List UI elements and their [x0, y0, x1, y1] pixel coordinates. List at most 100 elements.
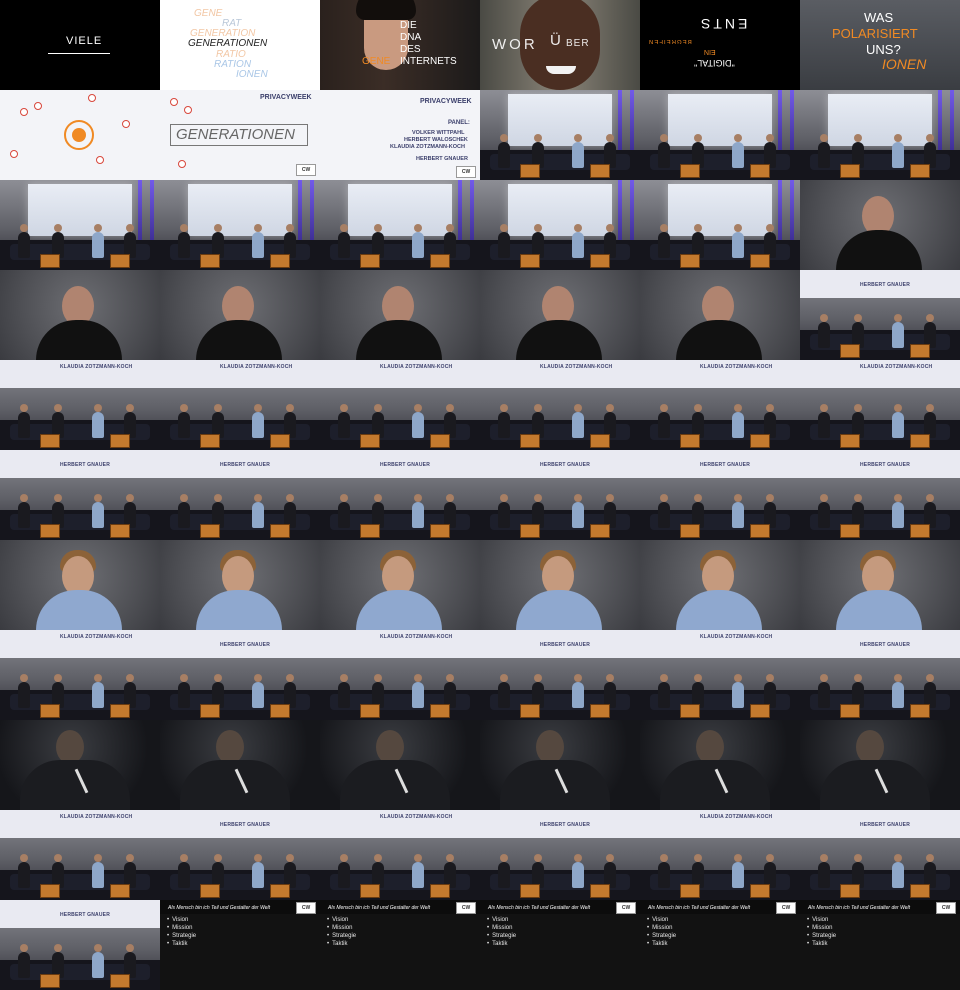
frame-stage-47[interactable]: KLAUDIA ZOTZMANN-KOCH: [320, 810, 480, 900]
frame-stage-1[interactable]: [640, 90, 800, 180]
frame-closeup-13[interactable]: [640, 270, 800, 360]
frame-stage-5[interactable]: [320, 180, 480, 270]
frame-stage-6[interactable]: [480, 180, 640, 270]
frame-closeup-29[interactable]: [320, 540, 480, 630]
frame-stage-19[interactable]: KLAUDIA ZOTZMANN-KOCH: [640, 360, 800, 450]
frame-stage-18[interactable]: KLAUDIA ZOTZMANN-KOCH: [480, 360, 640, 450]
side-table: [680, 254, 700, 268]
side-table: [910, 704, 930, 718]
frame-closeup-12[interactable]: [480, 270, 640, 360]
frame-closeup-27[interactable]: [0, 540, 160, 630]
frame-stage-3[interactable]: [0, 180, 160, 270]
frame-final-slide-2[interactable]: Als Mensch bin ich Teil und Gestalter de…: [480, 900, 640, 990]
frame-dna-internet[interactable]: DIE DNA DES GENE INTERNETS: [320, 0, 480, 90]
panelist: [732, 674, 744, 708]
panelist: [252, 494, 264, 528]
frame-stage-38[interactable]: HERBERT GNAUER: [800, 630, 960, 720]
frame-closeup-44[interactable]: [800, 720, 960, 810]
frame-stage-22[interactable]: HERBERT GNAUER: [160, 450, 320, 540]
frame-final-slide-1[interactable]: Als Mensch bin ich Teil und Gestalter de…: [320, 900, 480, 990]
panelist: [178, 494, 190, 528]
bullet-list: VisionMissionStrategieTaktik: [486, 916, 516, 948]
mirrored-ein: EIN: [704, 48, 716, 55]
side-table: [750, 704, 770, 718]
frame-closeup-42[interactable]: [480, 720, 640, 810]
frame-final-slide-4[interactable]: Als Mensch bin ich Teil und Gestalter de…: [800, 900, 960, 990]
frame-network-diagram[interactable]: [0, 90, 160, 180]
frame-closeup-11[interactable]: [320, 270, 480, 360]
frame-stage-0[interactable]: [480, 90, 640, 180]
bullet-item: Strategie: [652, 932, 676, 940]
frame-closeup-31[interactable]: [640, 540, 800, 630]
frame-gene-wordplay[interactable]: GENE RAT GENERATION GENERATIONEN RATIO R…: [160, 0, 320, 90]
frame-stage-46[interactable]: HERBERT GNAUER: [160, 810, 320, 900]
panelist-2: HERBERT WALOSCHEK: [404, 137, 468, 143]
frame-stage-34[interactable]: HERBERT GNAUER: [160, 630, 320, 720]
frame-final-slide-0[interactable]: Als Mensch bin ich Teil und Gestalter de…: [160, 900, 320, 990]
slide-name-text: KLAUDIA ZOTZMANN-KOCH: [540, 364, 613, 370]
frame-stage-26[interactable]: HERBERT GNAUER: [800, 450, 960, 540]
frame-closeup-8[interactable]: [800, 180, 960, 270]
slide-name-text: HERBERT GNAUER: [540, 642, 591, 648]
panelist: [18, 854, 30, 888]
frame-stage-7[interactable]: [640, 180, 800, 270]
frame-generationen-title[interactable]: PRIVACYWEEK GENERATIONEN CW: [160, 90, 320, 180]
frame-panel-slide[interactable]: PRIVACYWEEK PANEL: VOLKER WITTPAHL HERBE…: [320, 90, 480, 180]
frame-stage-37[interactable]: KLAUDIA ZOTZMANN-KOCH: [640, 630, 800, 720]
bullet-item: Strategie: [172, 932, 196, 940]
bullet-item: Taktik: [172, 940, 196, 948]
frame-worueber[interactable]: WOR Ü BER: [480, 0, 640, 90]
frame-stage-21[interactable]: HERBERT GNAUER: [0, 450, 160, 540]
frame-stage-33[interactable]: KLAUDIA ZOTZMANN-KOCH: [0, 630, 160, 720]
side-table: [360, 434, 380, 448]
slide-heading: Als Mensch bin ich Teil und Gestalter de…: [328, 905, 430, 911]
panelist: [818, 494, 830, 528]
slide-name-text: HERBERT GNAUER: [220, 642, 271, 648]
frame-stage-36[interactable]: HERBERT GNAUER: [480, 630, 640, 720]
side-table: [110, 254, 130, 268]
frame-stage-20[interactable]: KLAUDIA ZOTZMANN-KOCH: [800, 360, 960, 450]
bullet-item: Strategie: [492, 932, 516, 940]
side-table: [910, 434, 930, 448]
frame-final-slide-3[interactable]: Als Mensch bin ich Teil und Gestalter de…: [640, 900, 800, 990]
frame-closeup-10[interactable]: [160, 270, 320, 360]
frame-stage-14[interactable]: HERBERT GNAUER: [800, 270, 960, 360]
panelist: [178, 224, 190, 258]
frame-stage-35[interactable]: KLAUDIA ZOTZMANN-KOCH: [320, 630, 480, 720]
frame-closeup-32[interactable]: [800, 540, 960, 630]
frame-closeup-9[interactable]: [0, 270, 160, 360]
frame-closeup-41[interactable]: [320, 720, 480, 810]
brand-privacyweek: PRIVACYWEEK: [260, 94, 312, 101]
frame-stage-23[interactable]: HERBERT GNAUER: [320, 450, 480, 540]
frame-was-polarisiert[interactable]: WAS POLARISIERT UNS? IONEN: [800, 0, 960, 90]
frame-stage-4[interactable]: [160, 180, 320, 270]
frame-stage-49[interactable]: KLAUDIA ZOTZMANN-KOCH: [640, 810, 800, 900]
panelist: [572, 404, 584, 438]
frame-stage-25[interactable]: HERBERT GNAUER: [640, 450, 800, 540]
node-1: [20, 108, 28, 116]
frame-stage-51[interactable]: HERBERT GNAUER: [0, 900, 160, 990]
bullet-item: Taktik: [492, 940, 516, 948]
frame-stage-17[interactable]: KLAUDIA ZOTZMANN-KOCH: [320, 360, 480, 450]
frame-closeup-30[interactable]: [480, 540, 640, 630]
frame-closeup-40[interactable]: [160, 720, 320, 810]
frame-stage-15[interactable]: KLAUDIA ZOTZMANN-KOCH: [0, 360, 160, 450]
frame-digital-mirrored[interactable]: ENTS BEGREIFEN EIN "DIGITAL": [640, 0, 800, 90]
frame-viele[interactable]: VIELE: [0, 0, 160, 90]
frame-closeup-39[interactable]: [0, 720, 160, 810]
frame-stage-2[interactable]: [800, 90, 960, 180]
frame-stage-48[interactable]: HERBERT GNAUER: [480, 810, 640, 900]
panelist: [732, 494, 744, 528]
frame-closeup-43[interactable]: [640, 720, 800, 810]
speaker-head: [376, 730, 404, 764]
frame-stage-45[interactable]: KLAUDIA ZOTZMANN-KOCH: [0, 810, 160, 900]
frame-closeup-28[interactable]: [160, 540, 320, 630]
frame-stage-50[interactable]: HERBERT GNAUER: [800, 810, 960, 900]
word-gene-orange: GENE: [362, 56, 391, 67]
node-3: [10, 150, 18, 158]
word-die: DIE: [400, 20, 417, 31]
frame-stage-16[interactable]: KLAUDIA ZOTZMANN-KOCH: [160, 360, 320, 450]
frame-stage-24[interactable]: HERBERT GNAUER: [480, 450, 640, 540]
side-table: [680, 884, 700, 898]
side-table: [750, 164, 770, 178]
